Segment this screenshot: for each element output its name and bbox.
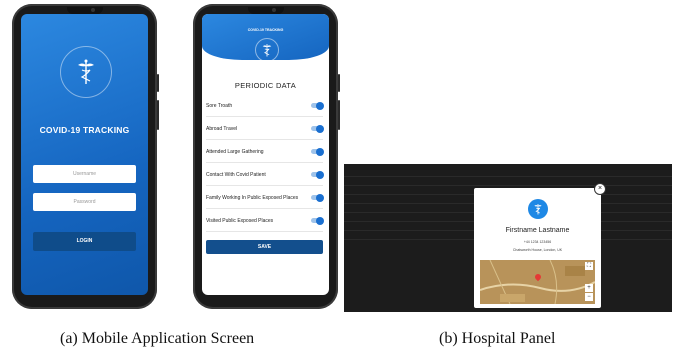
app-title: COVID-19 TRACKING — [39, 125, 130, 135]
phone-volume-button — [157, 100, 159, 130]
periodic-header: COVID-19 TRACKING — [202, 14, 329, 62]
patient-address: Chatsworth House, London, UK — [512, 248, 563, 252]
question-label: Abroad Travel — [206, 126, 238, 132]
question-toggle[interactable] — [311, 193, 324, 202]
question-label: Visited Public Exposed Places — [206, 218, 274, 224]
periodic-title: PERIODIC DATA — [234, 81, 297, 90]
question-label: Attended Large Gathering — [206, 149, 264, 155]
question-label: Family Working In Public Exposed Places — [206, 195, 299, 201]
question-row: Contact With Covid Patient — [206, 165, 324, 186]
question-label: Sore Troath — [206, 103, 233, 109]
hospital-panel: × Firstname Lastname +44 1234 123456 Cha… — [344, 164, 672, 312]
patient-name: Firstname Lastname — [505, 227, 570, 234]
caduceus-logo-icon — [59, 46, 112, 98]
question-row: Sore Troath — [206, 96, 324, 117]
close-icon[interactable]: × — [594, 183, 606, 195]
login-button[interactable]: LOGIN — [33, 232, 136, 251]
location-map[interactable]: ⛶ + − — [480, 260, 595, 304]
question-label: Contact With Covid Patient — [206, 172, 266, 178]
question-toggle[interactable] — [311, 147, 324, 156]
save-button[interactable]: SAVE — [206, 240, 323, 254]
phone-side-button — [157, 74, 159, 92]
periodic-phone-frame: COVID-19 TRACKING PERIODIC DATA Sore Tro… — [193, 4, 340, 309]
fullscreen-icon[interactable]: ⛶ — [585, 262, 593, 270]
caption-hospital: (b) Hospital Panel — [439, 330, 556, 347]
phone-side-button — [338, 74, 340, 92]
table-header — [344, 168, 672, 175]
username-input[interactable]: Username — [33, 165, 136, 183]
question-row: Attended Large Gathering — [206, 142, 324, 163]
caption-mobile: (a) Mobile Application Screen — [60, 330, 255, 347]
phone-notch — [247, 7, 284, 14]
phone-notch — [66, 7, 103, 14]
question-row: Visited Public Exposed Places — [206, 211, 324, 232]
zoom-in-button[interactable]: + — [585, 284, 593, 292]
question-row: Abroad Travel — [206, 119, 324, 140]
caduceus-logo-icon — [527, 199, 548, 219]
login-screen: COVID-19 TRACKING Username Password LOGI… — [21, 14, 148, 295]
question-row: Family Working In Public Exposed Places — [206, 188, 324, 209]
phone-volume-button — [338, 100, 340, 130]
question-toggle[interactable] — [311, 124, 324, 133]
question-toggle[interactable] — [311, 216, 324, 225]
caduceus-logo-icon — [254, 38, 279, 62]
zoom-out-button[interactable]: − — [585, 293, 593, 301]
patient-phone: +44 1234 123456 — [523, 240, 552, 244]
password-input[interactable]: Password — [33, 193, 136, 211]
question-toggle[interactable] — [311, 101, 324, 110]
question-toggle[interactable] — [311, 170, 324, 179]
periodic-screen: COVID-19 TRACKING PERIODIC DATA Sore Tro… — [202, 14, 329, 295]
patient-modal: × Firstname Lastname +44 1234 123456 Cha… — [474, 183, 606, 308]
login-phone-frame: COVID-19 TRACKING Username Password LOGI… — [12, 4, 159, 309]
periodic-brand: COVID-19 TRACKING — [247, 28, 284, 32]
